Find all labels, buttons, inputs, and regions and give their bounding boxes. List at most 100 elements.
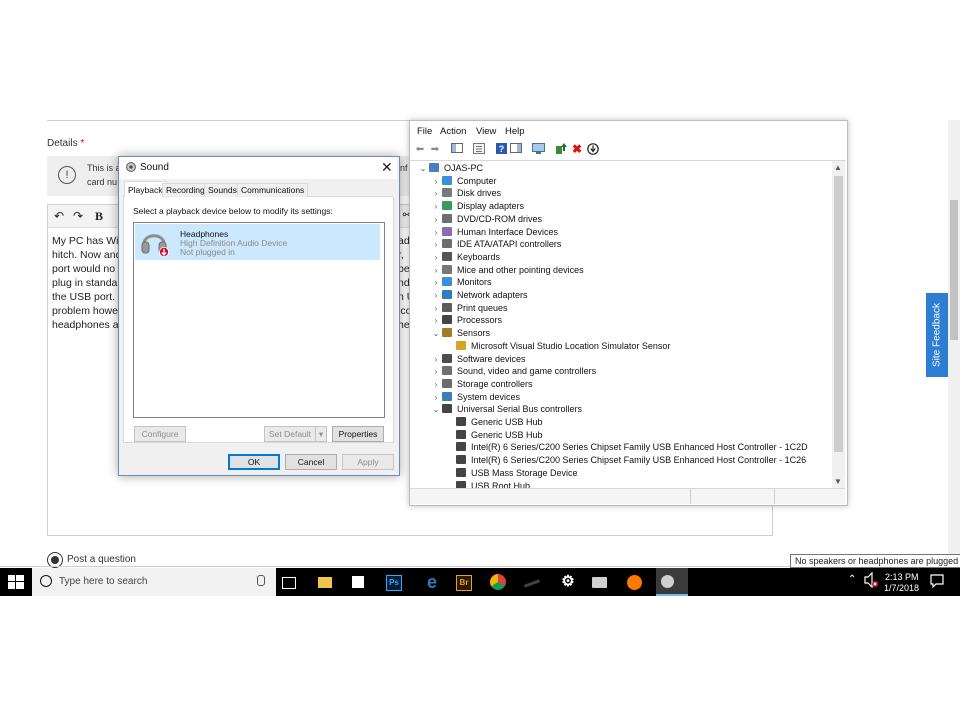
device-tree-item[interactable]: ⌄ Sensors (430, 327, 490, 340)
chevron-right-icon[interactable]: › (430, 276, 442, 289)
device-tree-scrollbar-thumb[interactable] (834, 176, 843, 452)
device-tree-item[interactable]: › Display adapters (430, 200, 524, 213)
configure-button[interactable]: Configure (134, 426, 186, 442)
device-tree-item[interactable]: ⌄ OJAS-PC (417, 162, 483, 175)
update-driver-icon[interactable] (554, 143, 568, 156)
chevron-down-icon[interactable]: ⌄ (430, 403, 442, 416)
chevron-right-icon[interactable]: › (430, 238, 442, 251)
set-default-button[interactable]: Set Default (264, 426, 316, 442)
speaker-muted-icon[interactable] (864, 571, 878, 589)
device-tree-item[interactable]: Generic USB Hub (444, 429, 543, 442)
apply-button[interactable]: Apply (342, 454, 394, 470)
enable-device-icon[interactable] (586, 143, 600, 156)
page-scrollbar[interactable] (948, 120, 960, 566)
chevron-right-icon[interactable]: › (430, 302, 442, 315)
tab-sounds[interactable]: Sounds (204, 183, 241, 197)
device-tree-item[interactable]: › Processors (430, 314, 502, 327)
edge-icon[interactable]: e (422, 572, 442, 592)
tab-playback[interactable]: Playback (124, 181, 167, 198)
sound-app-icon[interactable] (661, 575, 674, 588)
chevron-right-icon[interactable]: › (430, 213, 442, 226)
properties-sheet-icon[interactable] (472, 143, 486, 156)
tab-communications[interactable]: Communications (237, 183, 309, 197)
bold-button[interactable]: B (91, 209, 107, 223)
device-tree-item[interactable]: › Computer (430, 175, 497, 188)
ok-button[interactable]: OK (228, 454, 280, 470)
microphone-icon[interactable] (257, 575, 265, 586)
tab-recording[interactable]: Recording (162, 183, 209, 197)
uninstall-device-icon[interactable]: ✖ (570, 143, 584, 156)
device-tree-item[interactable]: › Software devices (430, 353, 526, 366)
windows-start-icon[interactable] (8, 575, 24, 589)
device-tree[interactable]: ⌄ OJAS-PC › Computer › Disk drives › Display ad… (411, 161, 830, 488)
avast-icon[interactable] (627, 575, 642, 590)
photoshop-icon[interactable]: Ps (386, 575, 402, 591)
device-tree-item[interactable]: › DVD/CD-ROM drives (430, 213, 542, 226)
chevron-right-icon[interactable]: › (430, 200, 442, 213)
chevron-right-icon[interactable]: › (430, 314, 442, 327)
chevron-right-icon[interactable]: › (430, 378, 442, 391)
device-tree-item[interactable]: ⌄ Universal Serial Bus controllers (430, 403, 582, 416)
chevron-down-icon[interactable]: ⌄ (430, 327, 442, 340)
device-tree-item[interactable]: › Human Interface Devices (430, 226, 558, 239)
redo-button[interactable]: ↷ (70, 209, 86, 223)
chevron-right-icon[interactable]: › (430, 365, 442, 378)
chevron-right-icon[interactable]: › (430, 187, 442, 200)
settings-icon[interactable]: ⚙ (558, 572, 578, 592)
chevron-down-icon[interactable]: ⌄ (417, 162, 429, 175)
back-arrow-icon[interactable]: ⬅ (413, 143, 427, 156)
chevron-right-icon[interactable]: › (430, 353, 442, 366)
set-default-dropdown[interactable]: ▾ (315, 426, 327, 442)
scroll-down-icon[interactable]: ▼ (834, 477, 842, 486)
undo-button[interactable]: ↶ (51, 209, 67, 223)
cancel-button[interactable]: Cancel (285, 454, 337, 470)
chevron-right-icon[interactable]: › (430, 251, 442, 264)
page-scrollbar-thumb[interactable] (950, 200, 958, 340)
task-view-icon[interactable] (282, 577, 296, 589)
status-separator (774, 489, 775, 504)
chevron-right-icon[interactable]: › (430, 289, 442, 302)
chevron-right-icon[interactable]: › (430, 391, 442, 404)
device-tree-item[interactable]: › Print queues (430, 302, 508, 315)
chevron-up-icon[interactable]: ⌃ (848, 574, 856, 585)
file-explorer-icon[interactable] (318, 577, 332, 588)
device-tree-item[interactable]: USB Mass Storage Device (444, 467, 578, 480)
chevron-right-icon[interactable]: › (430, 264, 442, 277)
store-icon[interactable] (352, 576, 364, 588)
device-tree-item[interactable]: › System devices (430, 391, 520, 404)
site-feedback-button[interactable]: Site Feedback (926, 293, 948, 377)
device-tree-item[interactable]: Generic USB Hub (444, 416, 543, 429)
menu-file[interactable]: File (417, 126, 432, 137)
device-tree-item[interactable]: Intel(R) 6 Series/C200 Series Chipset Fa… (444, 454, 806, 467)
clock-time[interactable]: 2:13 PM (885, 572, 919, 582)
close-icon[interactable]: ✕ (381, 159, 393, 176)
chrome-icon[interactable] (490, 574, 506, 590)
show-hide-tree-icon[interactable] (450, 143, 464, 156)
device-tree-item[interactable]: › Monitors (430, 276, 492, 289)
menu-action[interactable]: Action (440, 126, 466, 137)
device-tree-item[interactable]: › Network adapters (430, 289, 528, 302)
menu-view[interactable]: View (476, 126, 496, 137)
device-tree-item[interactable]: Microsoft Visual Studio Location Simulat… (444, 340, 670, 353)
action-center-icon[interactable] (930, 574, 944, 589)
device-tree-item[interactable]: USB Root Hub (444, 480, 530, 488)
action-pane-icon[interactable] (509, 143, 523, 156)
scroll-up-icon[interactable]: ▲ (834, 163, 842, 172)
help-icon[interactable]: ? (494, 143, 508, 156)
device-tree-item[interactable]: › Mice and other pointing devices (430, 264, 584, 277)
device-tree-item[interactable]: › IDE ATA/ATAPI controllers (430, 238, 561, 251)
device-tree-item[interactable]: Intel(R) 6 Series/C200 Series Chipset Fa… (444, 441, 808, 454)
device-app-icon[interactable] (592, 577, 607, 588)
chevron-right-icon[interactable]: › (430, 175, 442, 188)
properties-button[interactable]: Properties (332, 426, 384, 442)
clock-date[interactable]: 1/7/2018 (884, 583, 919, 593)
forward-arrow-icon[interactable]: ➡ (428, 143, 442, 156)
scan-hardware-icon[interactable] (531, 143, 545, 156)
device-tree-item[interactable]: › Storage controllers (430, 378, 533, 391)
device-tree-item[interactable]: › Disk drives (430, 187, 501, 200)
device-tree-item[interactable]: › Sound, video and game controllers (430, 365, 596, 378)
bridge-icon[interactable]: Br (456, 575, 472, 591)
device-tree-item[interactable]: › Keyboards (430, 251, 500, 264)
menu-help[interactable]: Help (505, 126, 525, 137)
chevron-right-icon[interactable]: › (430, 226, 442, 239)
